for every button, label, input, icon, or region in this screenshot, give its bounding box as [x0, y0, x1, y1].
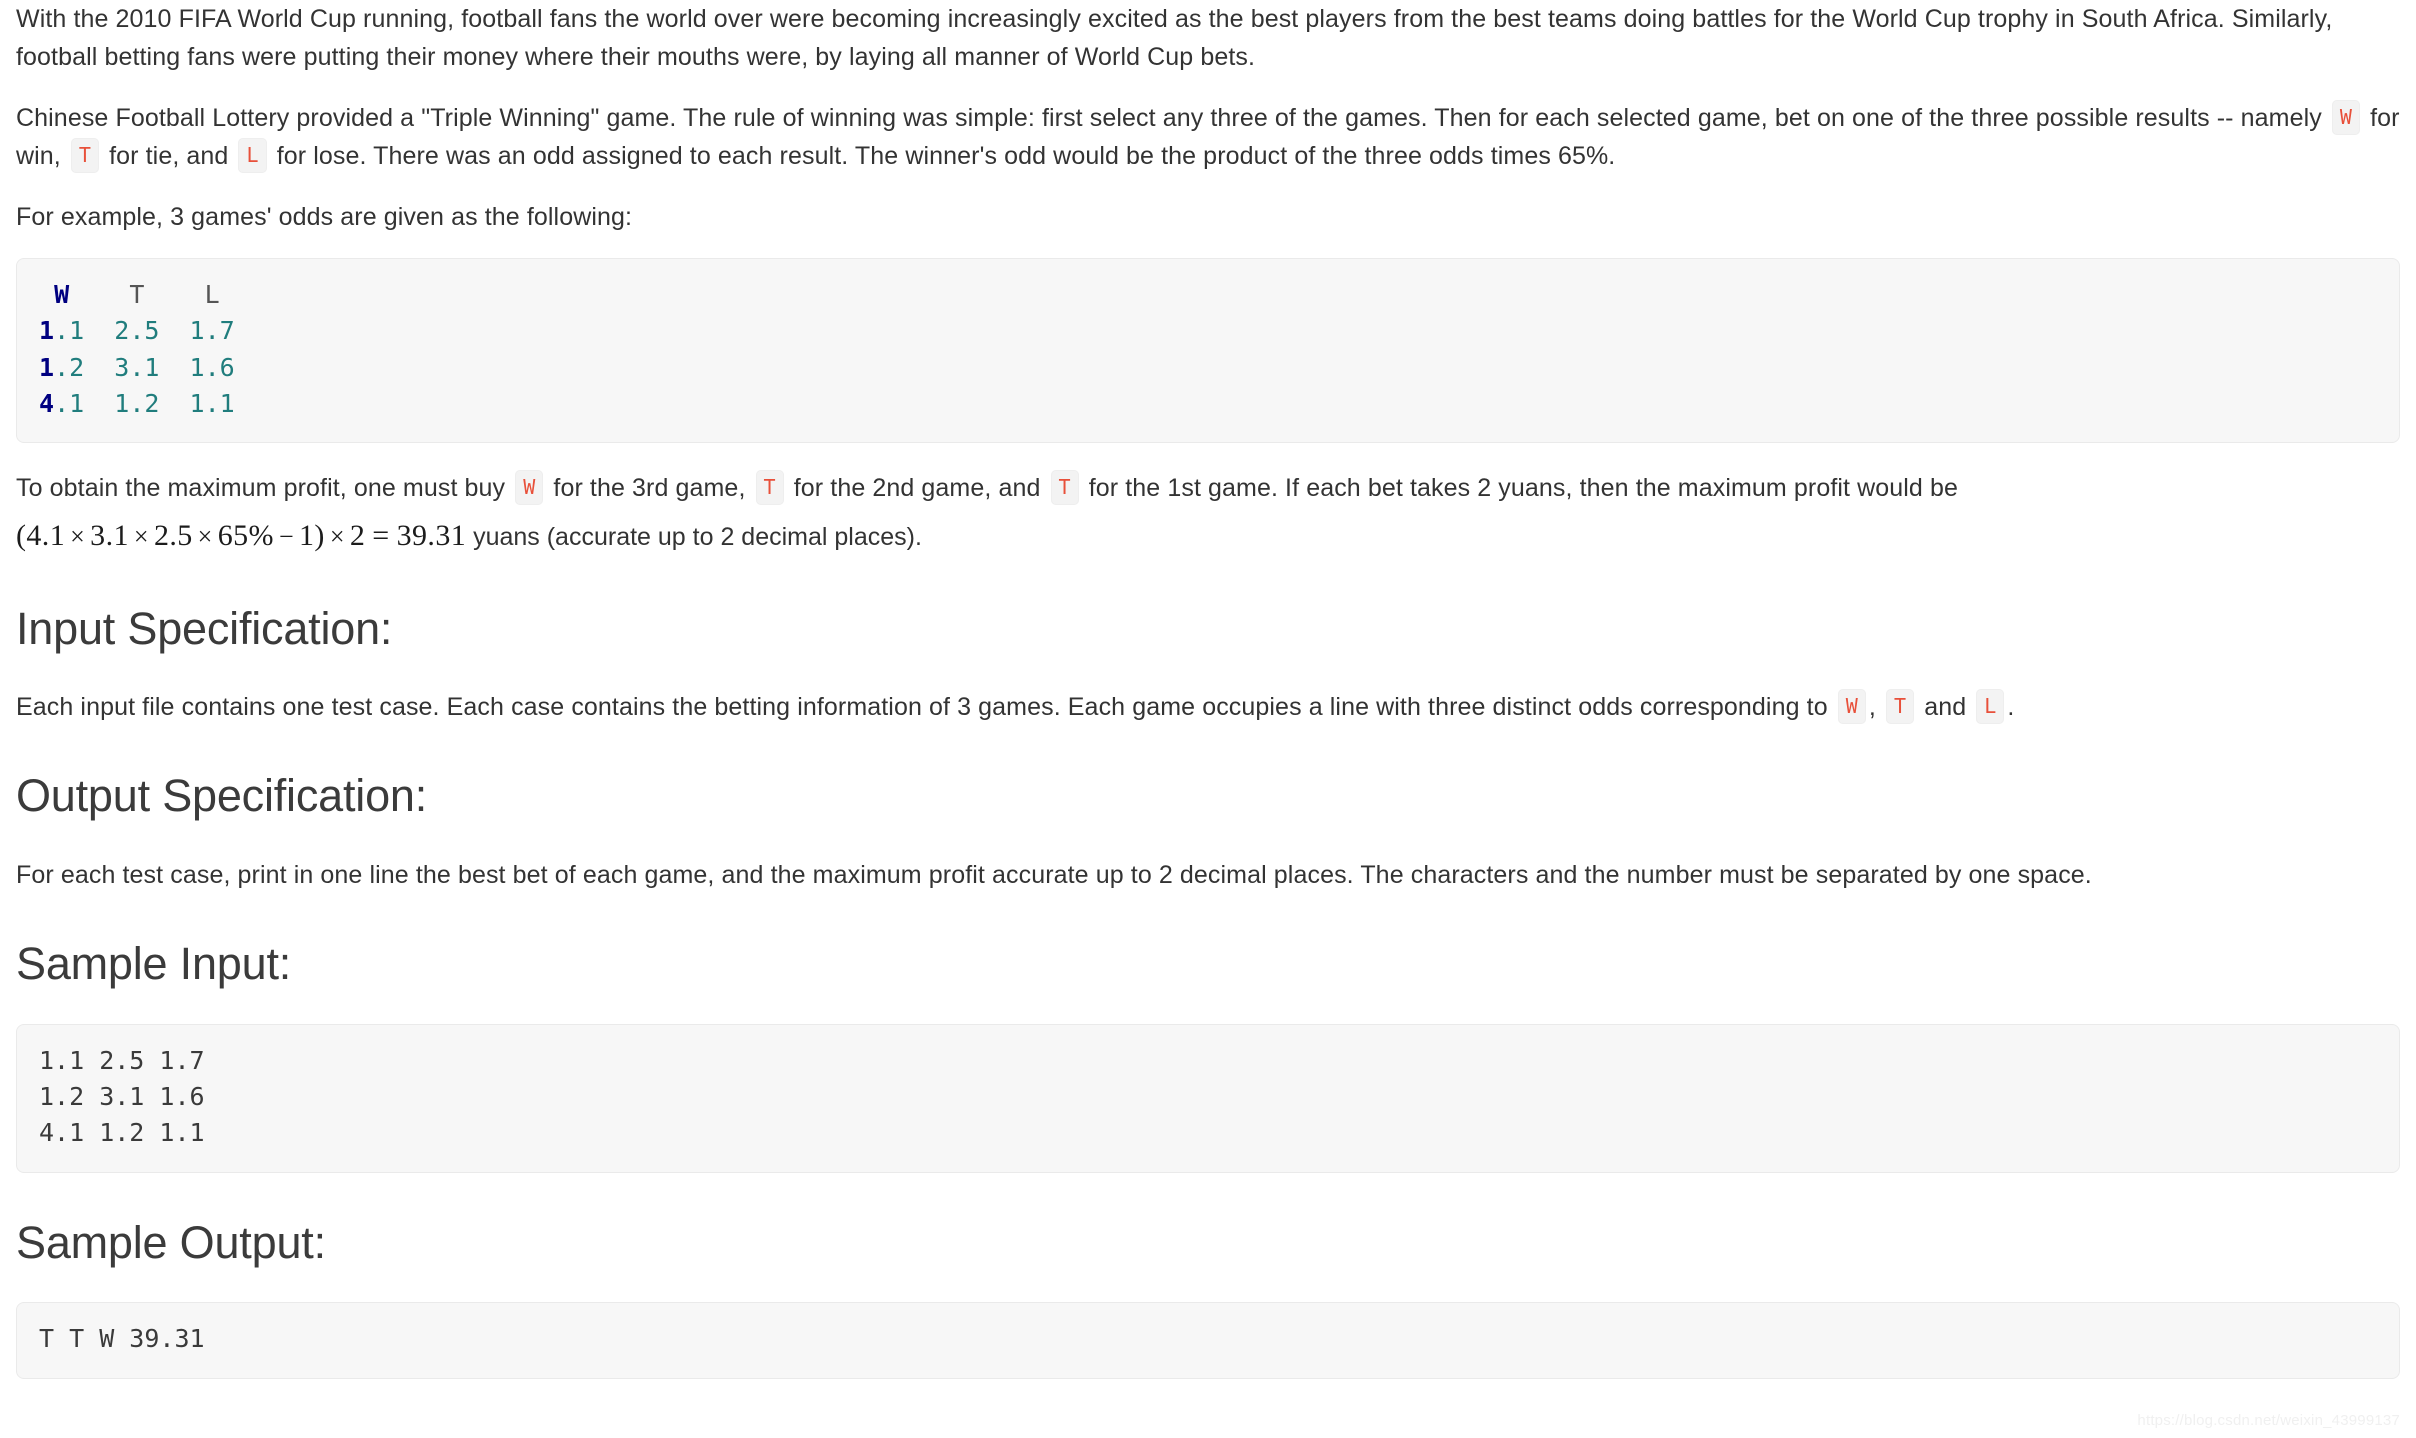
profit-text-part-4: for the 1st game. If each bet takes 2 yu… — [1088, 474, 1958, 502]
formula-result: 39.31 — [396, 519, 467, 552]
output-specification-paragraph: For each test case, print in one line th… — [16, 861, 2092, 890]
rules-text-part-1: Chinese Football Lottery provided a "Tri… — [16, 104, 2322, 132]
odds-row-1-t: 3.1 — [114, 352, 160, 382]
problem-statement-page: With the 2010 FIFA World Cup running, fo… — [0, 0, 2416, 1379]
formula-trailing-text: yuans (accurate up to 2 decimal places). — [473, 523, 922, 551]
formula-operand-a: 4.1 — [26, 519, 66, 552]
rules-text-part-4: for lose. There was an odd assigned to e… — [276, 142, 1616, 170]
rules-text-part-3: for tie, and — [109, 142, 229, 170]
formula-open-paren: ( — [16, 519, 27, 552]
odds-table-row: 4.1 1.2 1.1 — [39, 386, 2377, 422]
formula-multiply-icon: × — [329, 522, 345, 551]
input-specification-heading: Input Specification: — [16, 602, 393, 654]
sample-input-heading: Sample Input: — [16, 938, 292, 990]
sample-output-code-block: T T W 39.31 — [16, 1302, 2400, 1379]
odds-header-w: W — [54, 280, 70, 309]
input-specification-paragraph: Each input file contains one test case. … — [16, 688, 2400, 726]
odds-table-code-block: W T L 1.1 2.5 1.7 1.2 3.1 1.6 4.1 1.2 1.1 — [16, 258, 2400, 443]
odds-row-0-w-rest: .1 — [54, 316, 85, 346]
odds-row-0-l: 1.7 — [189, 316, 235, 346]
profit-text-part-3: for the 2nd game, and — [793, 474, 1041, 502]
sample-input-code-block: 1.1 2.5 1.7 1.2 3.1 1.6 4.1 1.2 1.1 — [16, 1023, 2400, 1173]
profit-text-part-2: for the 3rd game, — [553, 474, 746, 502]
profit-formula: (4.1 × 3.1 × 2.5 × 65% −1) × 2 = 39.31 — [16, 519, 466, 552]
input-spec-comma: , — [1868, 693, 1876, 722]
formula-close-paren: ) — [314, 519, 325, 552]
odds-row-2-t: 1.2 — [114, 388, 160, 418]
formula-operand-d: 65% — [217, 519, 274, 552]
odds-table-row: 1.1 2.5 1.7 — [39, 313, 2377, 349]
example-lead-paragraph: For example, 3 games' odds are given as … — [16, 203, 633, 231]
formula-multiply-icon: × — [70, 522, 86, 551]
inline-code-badge-l: L — [238, 138, 267, 173]
formula-operand-one: 1 — [299, 519, 315, 552]
odds-row-2-w-first: 4 — [39, 388, 55, 418]
odds-row-2-w-rest: .1 — [54, 388, 85, 418]
sample-input-line: 1.1 2.5 1.7 — [39, 1045, 205, 1075]
formula-operand-c: 2.5 — [153, 519, 193, 552]
inline-code-badge-t: T — [70, 138, 100, 173]
inline-code-badge-w: W — [515, 470, 544, 505]
rules-paragraph: Chinese Football Lottery provided a "Tri… — [16, 99, 2400, 175]
intro-paragraph: With the 2010 FIFA World Cup running, fo… — [16, 5, 2333, 71]
formula-multiply-icon: × — [133, 522, 149, 551]
sample-input-line: 1.2 3.1 1.6 — [39, 1082, 205, 1112]
odds-row-2-l: 1.1 — [189, 388, 235, 418]
inline-code-badge-t: T — [1050, 470, 1079, 505]
sample-output-heading: Sample Output: — [16, 1216, 326, 1268]
input-spec-period: . — [2007, 693, 2015, 722]
inline-code-badge-t: T — [755, 470, 784, 505]
profit-formula-line: (4.1 × 3.1 × 2.5 × 65% −1) × 2 = 39.31 yuans (accur… — [16, 513, 2400, 559]
formula-operand-two: 2 — [349, 519, 366, 552]
sample-input-line: 4.1 1.2 1.1 — [39, 1118, 205, 1148]
odds-row-1-l: 1.6 — [189, 352, 235, 382]
sample-output-line: T T W 39.31 — [39, 1324, 205, 1354]
output-specification-heading: Output Specification: — [16, 770, 428, 822]
odds-header-t: T — [129, 280, 145, 309]
formula-minus-icon: − — [278, 522, 295, 551]
profit-paragraph: To obtain the maximum profit, one must b… — [16, 469, 2400, 507]
odds-table-header-row: W T L — [39, 277, 2377, 313]
odds-table-row: 1.2 3.1 1.6 — [39, 350, 2377, 386]
odds-row-0-w-first: 1 — [39, 316, 55, 346]
odds-header-l: L — [204, 280, 220, 309]
inline-code-badge-t: T — [1886, 689, 1915, 725]
site-watermark: https://blog.csdn.net/weixin_43999137 — [2137, 1412, 2400, 1429]
inline-code-badge-l: L — [1976, 689, 2005, 725]
odds-row-1-w-rest: .2 — [54, 352, 85, 382]
input-spec-text-part-1: Each input file contains one test case. … — [16, 693, 1828, 722]
formula-multiply-icon: × — [197, 522, 213, 551]
inline-code-badge-w: W — [2331, 100, 2361, 135]
formula-equals-icon: = — [372, 519, 390, 552]
formula-operand-b: 3.1 — [90, 519, 129, 552]
odds-row-0-t: 2.5 — [114, 316, 160, 346]
profit-text-part-1: To obtain the maximum profit, one must b… — [16, 474, 506, 502]
input-spec-text-part-2: and — [1924, 693, 1967, 722]
odds-row-1-w-first: 1 — [39, 352, 55, 382]
inline-code-badge-w: W — [1837, 689, 1866, 725]
